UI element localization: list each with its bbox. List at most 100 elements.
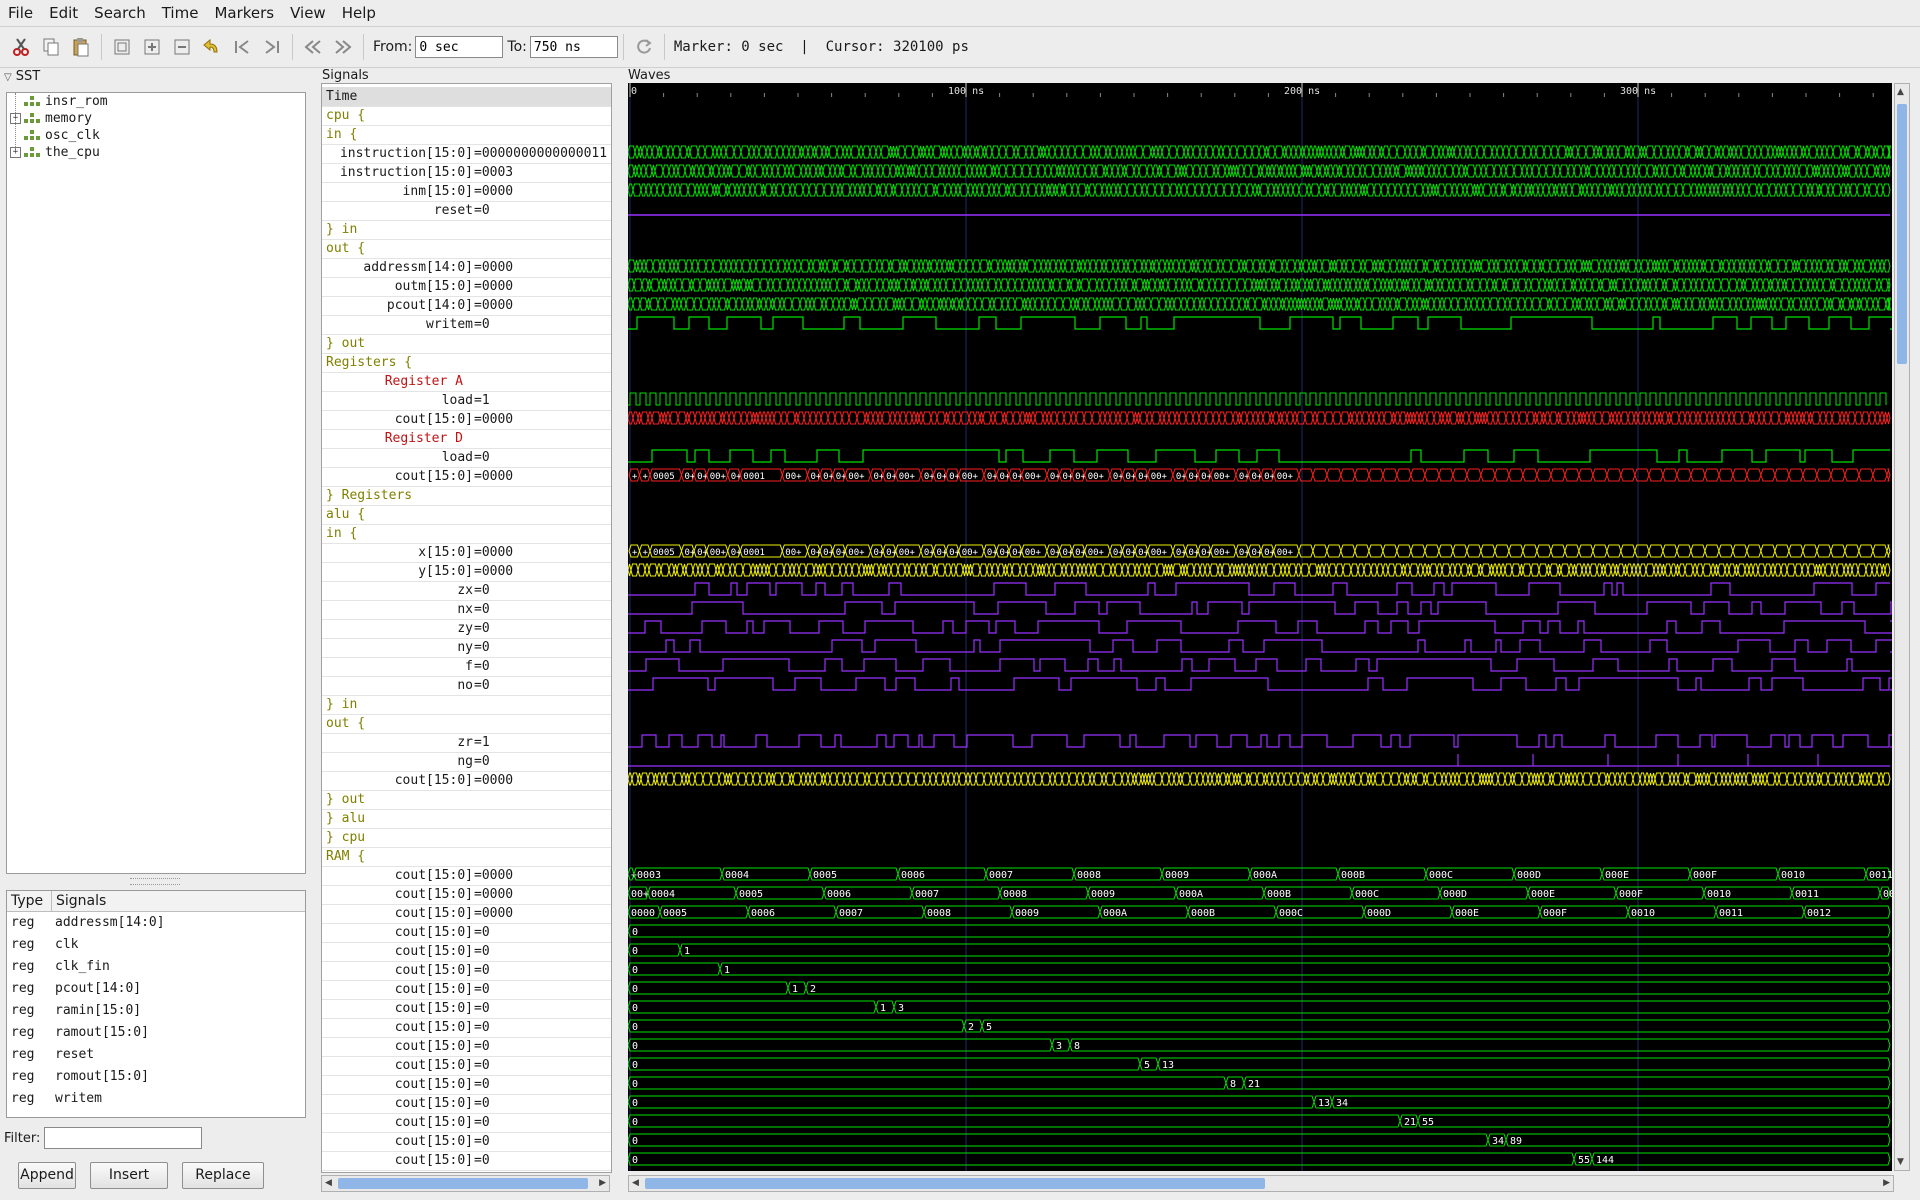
waveform[interactable] [628,297,1892,311]
signal-list-item[interactable]: reg romout[15:0] [7,1066,305,1088]
waves-vscrollbar[interactable]: ▲ ▼ [1894,83,1910,1171]
signal-row[interactable]: ng =0 [322,752,611,772]
undo-zoom-icon[interactable] [199,34,225,60]
signal-row[interactable]: cout[15:0] =0000 [322,771,611,791]
signal-row[interactable]: cout[15:0] =0 [322,961,611,981]
collapse-triangle-icon[interactable]: ▽ [4,72,12,83]
signal-list[interactable]: Time cpu {in {instruction[15:0] =000000000… [321,83,612,1173]
col-type-header[interactable]: Type [7,891,52,911]
waveform[interactable] [628,449,1890,463]
signal-row[interactable]: f =0 [322,657,611,677]
tree-item-insr-rom[interactable]: insr_rom [7,93,305,110]
waveform[interactable] [628,754,1890,767]
waveform[interactable] [628,734,1892,748]
group-row[interactable]: } in [322,220,611,240]
scroll-down-icon[interactable]: ▼ [1897,1157,1904,1167]
waveform[interactable]: + +0005 0+ 0+ 00+ 0+ 0001 00+ 0+ 0+ 0+ 00+ 0+ 0+ 00+ 0+… [628,544,1891,558]
waveform[interactable]: 0 2 5 [628,1019,1891,1033]
zoom-fit-icon[interactable] [109,34,135,60]
signal-row[interactable]: no =0 [322,676,611,696]
signal-list-item[interactable]: reg ramout[15:0] [7,1022,305,1044]
zoom-to-start-icon[interactable] [229,34,255,60]
insert-button[interactable]: Insert [90,1162,168,1189]
group-row[interactable]: Registers { [322,353,611,373]
waveform[interactable]: 0 21 55 [628,1114,1891,1128]
waveform[interactable] [628,563,1891,577]
page-left-icon[interactable] [300,34,326,60]
waveform[interactable]: + +0005 0+ 0+ 00+ 0+ 0001 00+ 0+ 0+ 0+ 00+ 0+ 0+ 00+ 0+… [628,468,1891,482]
menu-view[interactable]: View [282,1,334,25]
signal-row[interactable]: cout[15:0] =0 [322,999,611,1019]
replace-button[interactable]: Replace [182,1162,264,1189]
signal-list-item[interactable]: reg clk_fin [7,956,305,978]
signals-hscroll-thumb[interactable] [338,1178,588,1189]
waveform[interactable]: 0000 0005 0006 0007 0008 0009 000A 000B 000C 000D… [628,905,1891,919]
time-ruler[interactable]: 0 100 ns 200 ns 300 ns [628,83,1890,1171]
waveform[interactable] [628,658,1890,672]
waveform[interactable] [628,164,1891,178]
scroll-right-icon[interactable]: ▶ [599,1178,606,1188]
menu-edit[interactable]: Edit [41,1,86,25]
signal-row[interactable]: cout[15:0] =0 [322,1113,611,1133]
waveform-canvas[interactable]: 0 100 ns 200 ns 300 ns+ +0005 0+ 0+ 00+ 0+ 0001 00… [628,83,1892,1171]
waveform[interactable]: 0 1 3 [628,1000,1891,1014]
signal-row[interactable]: cout[15:0] =0000 [322,410,611,430]
signal-row[interactable]: cout[15:0] =0000 [322,904,611,924]
wave-display[interactable]: 0 100 ns 200 ns 300 ns + +0005 0+ 0+ 00+ 0+ 0001 00… [628,83,1892,1171]
waveform[interactable]: 0 [628,924,1891,938]
signal-list-item[interactable]: reg reset [7,1044,305,1066]
pane-splitter-grip[interactable] [130,878,180,885]
waveform[interactable] [628,772,1891,786]
menu-help[interactable]: Help [334,1,384,25]
group-row[interactable]: alu { [322,505,611,525]
paste-icon[interactable] [68,34,94,60]
signal-row[interactable]: cout[15:0] =0 [322,1075,611,1095]
comment-row[interactable]: Register A [322,372,611,392]
signal-row[interactable]: cout[15:0] =0 [322,923,611,943]
waveform[interactable]: 0 1 2 [628,981,1891,995]
waveform[interactable]: 0 55 144 [628,1152,1891,1166]
signal-row[interactable]: pcout[14:0] =0000 [322,296,611,316]
zoom-out-icon[interactable] [169,34,195,60]
scroll-up-icon[interactable]: ▲ [1897,87,1904,97]
waveform[interactable]: 0 8 21 [628,1076,1891,1090]
tree-item-memory[interactable]: + memory [7,110,305,127]
scroll-left-icon[interactable]: ◀ [325,1178,332,1188]
waveform[interactable]: 0 13 34 [628,1095,1891,1109]
waveform[interactable]: 01 [628,962,1891,976]
waveform[interactable] [628,411,1891,425]
signal-row[interactable]: cout[15:0] =0 [322,942,611,962]
signal-list-item[interactable]: reg writem [7,1088,305,1110]
zoom-in-icon[interactable] [139,34,165,60]
signal-row[interactable]: zx =0 [322,581,611,601]
zoom-to-end-icon[interactable] [259,34,285,60]
waveform[interactable] [628,677,1892,691]
waves-hscrollbar[interactable]: ◀ ▶ [628,1175,1894,1192]
signal-list-item[interactable]: reg ramin[15:0] [7,1000,305,1022]
signal-row[interactable]: cout[15:0] =0 [322,1151,611,1171]
signal-row[interactable]: addressm[14:0] =0000 [322,258,611,278]
menu-markers[interactable]: Markers [206,1,282,25]
cut-icon[interactable] [8,34,34,60]
col-signals-header[interactable]: Signals [52,891,305,911]
waveform[interactable] [628,639,1892,653]
copy-icon[interactable] [38,34,64,60]
signal-row[interactable]: instruction[15:0] =0003 [322,163,611,183]
group-row[interactable]: out { [322,714,611,734]
scroll-left-icon[interactable]: ◀ [632,1178,639,1188]
group-row[interactable]: } out [322,334,611,354]
signal-list-item[interactable]: reg addressm[14:0] [7,912,305,934]
signal-row[interactable]: cout[15:0] =0 [322,1132,611,1152]
signal-row[interactable]: cout[15:0] =0 [322,1018,611,1038]
waveform[interactable] [628,620,1892,634]
menu-file[interactable]: File [0,1,41,25]
sst-tree[interactable]: insr_rom + memory osc_clk + the_cpu [6,92,306,874]
signal-row[interactable]: cout[15:0] =0 [322,1037,611,1057]
waveform[interactable] [628,278,1891,292]
group-row[interactable]: out { [322,239,611,259]
group-row[interactable]: in { [322,524,611,544]
signal-row[interactable]: cout[15:0] =0000 [322,467,611,487]
signal-row[interactable]: ny =0 [322,638,611,658]
group-row[interactable]: } out [322,790,611,810]
group-row[interactable]: } alu [322,809,611,829]
